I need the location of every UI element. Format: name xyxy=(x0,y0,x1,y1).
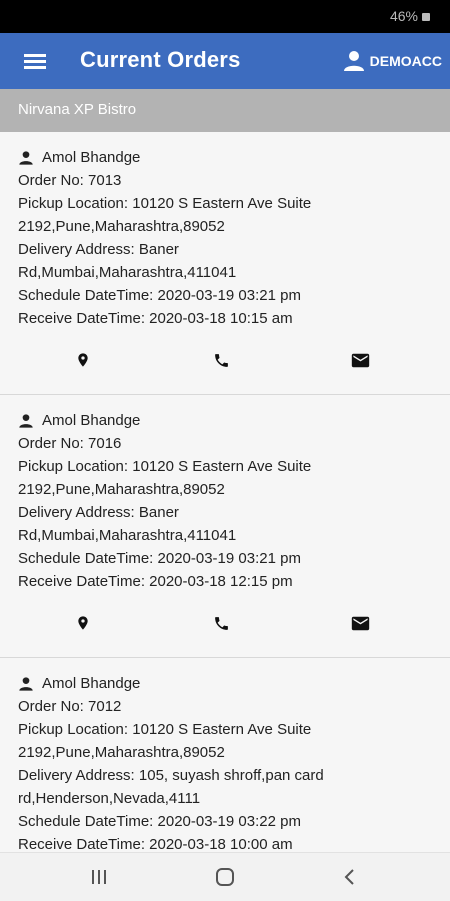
delivery-address-line2: rd,Henderson,Nevada,4111 xyxy=(18,790,201,807)
person-icon xyxy=(19,150,33,165)
order-actions xyxy=(0,611,450,635)
pickup-location-line2: 2192,Pune,Maharashtra,89052 xyxy=(18,481,225,498)
email-icon[interactable] xyxy=(348,348,372,372)
battery-percent: 46% xyxy=(389,8,418,24)
status-bar: 46% xyxy=(0,0,450,33)
customer-name: Amol Bhandge xyxy=(42,412,141,429)
delivery-address-line1: Delivery Address: Baner xyxy=(18,241,179,258)
receive-datetime: Receive DateTime: 2020-03-18 10:15 am xyxy=(18,310,293,327)
back-icon[interactable] xyxy=(338,865,362,889)
account-name: DEMOACC xyxy=(369,53,442,69)
phone-icon[interactable] xyxy=(209,611,233,635)
page-title: Current Orders xyxy=(80,47,241,72)
customer-name: Amol Bhandge xyxy=(42,675,141,692)
orders-list[interactable]: Amol Bhandge Order No: 7013 Pickup Locat… xyxy=(0,132,450,852)
recent-apps-icon[interactable] xyxy=(87,865,111,889)
order-number: Order No: 7016 xyxy=(18,435,122,452)
phone-icon[interactable] xyxy=(209,348,233,372)
pickup-location-line2: 2192,Pune,Maharashtra,89052 xyxy=(18,218,225,235)
email-icon[interactable] xyxy=(348,611,372,635)
schedule-datetime: Schedule DateTime: 2020-03-19 03:21 pm xyxy=(18,550,301,567)
location-pin-icon[interactable] xyxy=(71,611,95,635)
account-button[interactable]: DEMOACC xyxy=(342,47,442,75)
lock-icon xyxy=(422,13,430,22)
order-actions xyxy=(0,348,450,372)
person-icon xyxy=(343,51,364,71)
hamburger-menu-icon[interactable] xyxy=(18,49,52,73)
order-card[interactable]: Amol Bhandge Order No: 7012 Pickup Locat… xyxy=(0,658,450,852)
receive-datetime: Receive DateTime: 2020-03-18 12:15 pm xyxy=(18,573,293,590)
pickup-location-line1: Pickup Location: 10120 S Eastern Ave Sui… xyxy=(18,721,312,738)
order-card[interactable]: Amol Bhandge Order No: 7013 Pickup Locat… xyxy=(0,132,450,395)
customer-row: Amol Bhandge xyxy=(18,146,311,169)
delivery-address-line1: Delivery Address: Baner xyxy=(18,504,179,521)
delivery-address-line1: Delivery Address: 105, suyash shroff,pan… xyxy=(18,767,324,784)
order-number: Order No: 7012 xyxy=(18,698,122,715)
receive-datetime: Receive DateTime: 2020-03-18 10:00 am xyxy=(18,836,293,852)
person-icon xyxy=(19,413,33,428)
order-number: Order No: 7013 xyxy=(18,172,122,189)
location-pin-icon[interactable] xyxy=(71,348,95,372)
system-nav-bar xyxy=(0,852,450,901)
schedule-datetime: Schedule DateTime: 2020-03-19 03:22 pm xyxy=(18,813,301,830)
pickup-location-line1: Pickup Location: 10120 S Eastern Ave Sui… xyxy=(18,458,312,475)
app-bar: Current Orders DEMOACC xyxy=(0,33,450,89)
customer-name: Amol Bhandge xyxy=(42,149,141,166)
delivery-address-line2: Rd,Mumbai,Maharashtra,411041 xyxy=(18,527,237,544)
restaurant-bar: Nirvana XP Bistro xyxy=(0,89,450,132)
pickup-location-line2: 2192,Pune,Maharashtra,89052 xyxy=(18,744,225,761)
schedule-datetime: Schedule DateTime: 2020-03-19 03:21 pm xyxy=(18,287,301,304)
battery-status: 46% xyxy=(390,8,430,24)
customer-row: Amol Bhandge xyxy=(18,409,311,432)
home-icon[interactable] xyxy=(213,865,237,889)
delivery-address-line2: Rd,Mumbai,Maharashtra,411041 xyxy=(18,264,237,281)
person-icon xyxy=(19,676,33,691)
pickup-location-line1: Pickup Location: 10120 S Eastern Ave Sui… xyxy=(18,195,312,212)
order-card[interactable]: Amol Bhandge Order No: 7016 Pickup Locat… xyxy=(0,395,450,658)
customer-row: Amol Bhandge xyxy=(18,672,324,695)
restaurant-name: Nirvana XP Bistro xyxy=(18,101,137,118)
